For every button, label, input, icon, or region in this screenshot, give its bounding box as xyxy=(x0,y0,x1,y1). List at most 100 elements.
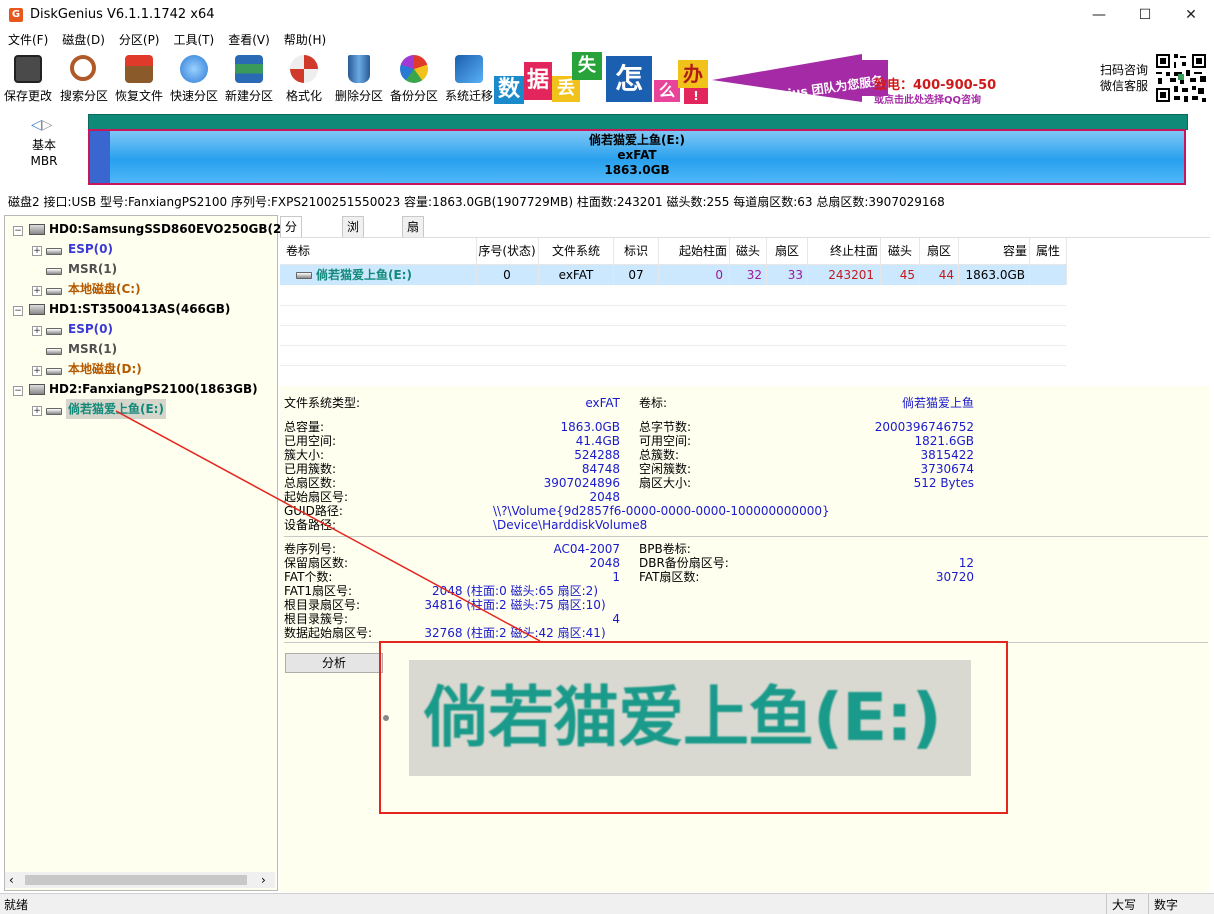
scroll-thumb[interactable] xyxy=(25,875,247,885)
tree-collapse-icon[interactable]: − xyxy=(13,306,23,316)
banner-tile: 失 xyxy=(572,52,602,80)
column-header-start-sector[interactable]: 扇区 xyxy=(767,238,808,265)
status-caps-lock: 大写 xyxy=(1112,898,1137,912)
column-header-start-head[interactable]: 磁头 xyxy=(730,238,767,265)
column-header-capacity[interactable]: 容量 xyxy=(959,238,1030,265)
tree-expand-icon[interactable]: + xyxy=(32,286,42,296)
detail-value: 41.4GB xyxy=(575,434,620,448)
zoom-partition-icon xyxy=(383,715,389,721)
cell-end-head: 45 xyxy=(881,265,920,285)
analyze-button[interactable]: 分析 xyxy=(285,653,383,673)
tree-expand-icon[interactable]: + xyxy=(32,326,42,336)
tree-expand-icon[interactable]: + xyxy=(32,246,42,256)
partition-block-e[interactable]: 倘若猫爱上鱼(E:) exFAT 1863.0GB xyxy=(88,129,1186,185)
column-header-end-cylinder[interactable]: 终止柱面 xyxy=(808,238,881,265)
delete-partition-button[interactable]: 删除分区 xyxy=(331,52,387,106)
section-divider xyxy=(284,536,1208,537)
column-header-volume[interactable]: 卷标 xyxy=(280,238,477,265)
tree-collapse-icon[interactable]: − xyxy=(13,386,23,396)
column-header-index[interactable]: 序号(状态) xyxy=(476,238,539,265)
column-header-id[interactable]: 标识 xyxy=(614,238,659,265)
column-header-attribute[interactable]: 属性 xyxy=(1030,238,1067,265)
banner-qq-link[interactable]: 或点击此处选择QQ咨询 xyxy=(874,91,981,104)
system-migration-button[interactable]: 系统迁移 xyxy=(441,52,497,106)
detail-label: FAT扇区数: xyxy=(639,570,700,584)
column-header-end-head[interactable]: 磁头 xyxy=(881,238,920,265)
tree-disk-hd0[interactable]: HD0:SamsungSSD860EVO250GB(233 xyxy=(49,219,298,239)
menu-file[interactable]: 文件(F) xyxy=(1,30,55,50)
format-button[interactable]: 格式化 xyxy=(276,52,332,106)
tree-collapse-icon[interactable]: − xyxy=(13,226,23,236)
close-icon[interactable]: ✕ xyxy=(1168,0,1214,30)
hard-disk-icon xyxy=(29,224,45,235)
tree-disk-hd1[interactable]: HD1:ST3500413AS(466GB) xyxy=(49,299,230,319)
save-changes-button[interactable]: 保存更改 xyxy=(0,52,56,106)
detail-label: DBR备份扇区号: xyxy=(639,556,729,570)
quick-partition-button[interactable]: 快速分区 xyxy=(166,52,222,106)
menu-disk[interactable]: 磁盘(D) xyxy=(55,30,112,50)
tree-expand-icon[interactable]: + xyxy=(32,366,42,376)
grid-line xyxy=(280,325,1066,326)
menu-help[interactable]: 帮助(H) xyxy=(277,30,333,50)
minimize-icon[interactable]: — xyxy=(1076,0,1122,30)
tab-partition-params[interactable]: 分区参数 xyxy=(280,216,303,294)
tab-browse-files[interactable]: 浏览文件 xyxy=(342,216,365,294)
cell-end-sector: 44 xyxy=(920,265,959,285)
tree-partition-esp[interactable]: ESP(0) xyxy=(68,239,113,259)
tree-partition-c[interactable]: 本地磁盘(C:) xyxy=(68,279,141,299)
banner-tile: 么 xyxy=(654,80,680,102)
system-migration-label: 系统迁移 xyxy=(444,89,493,103)
tree-partition-msr[interactable]: MSR(1) xyxy=(68,339,117,359)
tree-disk-hd2[interactable]: HD2:FanxiangPS2100(1863GB) xyxy=(49,379,258,399)
recover-files-button[interactable]: 恢复文件 xyxy=(111,52,167,106)
backup-partition-button[interactable]: 备份分区 xyxy=(386,52,442,106)
detail-label: 簇大小: xyxy=(284,448,325,462)
device-path-value: \Device\HarddiskVolume8 xyxy=(493,518,648,532)
previous-disk-icon[interactable]: ◁ xyxy=(31,117,42,133)
partition-icon xyxy=(46,268,62,275)
tree-partition-d[interactable]: 本地磁盘(D:) xyxy=(68,359,142,379)
detail-value: 3907024896 xyxy=(543,476,620,490)
scroll-left-icon[interactable]: ‹ xyxy=(9,873,14,887)
cell-start-cylinder: 0 xyxy=(659,265,730,285)
detail-label: 卷标: xyxy=(639,396,668,410)
new-partition-button[interactable]: 新建分区 xyxy=(221,52,277,106)
search-partition-button[interactable]: 搜索分区 xyxy=(56,52,112,106)
column-header-start-cylinder[interactable]: 起始柱面 xyxy=(659,238,730,265)
maximize-icon[interactable]: ☐ xyxy=(1122,0,1168,30)
quick-partition-icon xyxy=(180,55,208,83)
cell-filesystem: exFAT xyxy=(539,265,614,285)
detail-label: 起始扇区号: xyxy=(284,490,349,504)
tab-sector-edit[interactable]: 扇区编辑 xyxy=(402,216,425,294)
column-header-end-sector[interactable]: 扇区 xyxy=(920,238,959,265)
new-partition-icon xyxy=(235,55,263,83)
detail-value: 1863.0GB xyxy=(560,420,620,434)
menu-tools[interactable]: 工具(T) xyxy=(167,30,222,50)
tree-partition-esp[interactable]: ESP(0) xyxy=(68,319,113,339)
detail-label: 保留扇区数: xyxy=(284,556,349,570)
tree-expand-icon[interactable]: + xyxy=(32,406,42,416)
qr-code-icon[interactable] xyxy=(1154,52,1208,104)
grid-line xyxy=(280,345,1066,346)
detail-label: FAT个数: xyxy=(284,570,333,584)
menu-partition[interactable]: 分区(P) xyxy=(112,30,167,50)
partition-icon xyxy=(46,288,62,295)
detail-value: 3815422 xyxy=(920,448,974,462)
tree-horizontal-scrollbar[interactable]: ‹ › xyxy=(5,872,275,888)
scroll-right-icon[interactable]: › xyxy=(261,873,266,887)
banner-tile: 怎 xyxy=(606,56,652,102)
column-header-filesystem[interactable]: 文件系统 xyxy=(539,238,614,265)
tree-partition-e-selected[interactable]: 倘若猫爱上鱼(E:) xyxy=(66,399,166,419)
new-partition-label: 新建分区 xyxy=(224,89,273,103)
partition-icon xyxy=(46,248,62,255)
used-space-segment xyxy=(90,131,110,183)
partition-block-size: 1863.0GB xyxy=(604,163,670,177)
detail-label: 总字节数: xyxy=(639,420,692,434)
menu-view[interactable]: 查看(V) xyxy=(221,30,277,50)
detail-label: 可用空间: xyxy=(639,434,692,448)
tree-partition-msr[interactable]: MSR(1) xyxy=(68,259,117,279)
ad-banner[interactable]: 数 据 丢 失 怎 么 办 ! DiskGenius 团队为您服务 致电：400… xyxy=(494,52,996,104)
next-disk-icon[interactable]: ▷ xyxy=(42,117,53,133)
menu-bar: 文件(F) 磁盘(D) 分区(P) 工具(T) 查看(V) 帮助(H) xyxy=(0,30,1214,50)
detail-value: 84748 xyxy=(581,462,620,476)
